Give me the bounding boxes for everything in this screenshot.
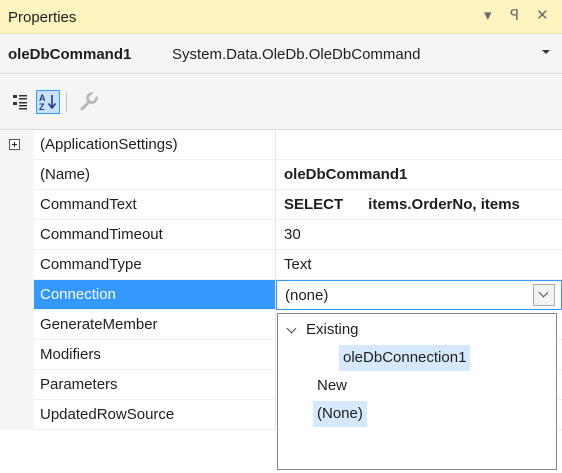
property-name: UpdatedRowSource: [34, 400, 276, 430]
dropdown-item-new[interactable]: New: [313, 373, 351, 399]
window-position-dropdown-icon[interactable]: ▾: [484, 6, 492, 26]
property-value[interactable]: Text: [276, 250, 562, 280]
property-row-command-text[interactable]: CommandText SELECT items.OrderNo, items: [0, 190, 562, 220]
chevron-down-icon: [538, 287, 549, 298]
events-button[interactable]: [76, 90, 100, 114]
properties-toolbar: A Z: [0, 74, 562, 130]
dropdown-item-oledbconnection1[interactable]: oleDbConnection1: [339, 345, 471, 371]
property-value[interactable]: [276, 130, 562, 160]
object-type: System.Data.OleDb.OleDbCommand: [172, 46, 421, 63]
dropdown-item-none[interactable]: (None): [313, 401, 367, 427]
chevron-down-icon: [286, 323, 297, 334]
toolbar-separator: [66, 92, 67, 112]
property-name: (ApplicationSettings): [34, 130, 276, 160]
property-value[interactable]: 30: [276, 220, 562, 250]
wrench-icon: [80, 91, 99, 111]
close-icon[interactable]: ✕: [536, 6, 549, 26]
connection-dropdown-button[interactable]: [533, 284, 555, 306]
property-value[interactable]: oleDbCommand1: [276, 160, 562, 190]
property-value[interactable]: (none): [276, 280, 562, 310]
property-name: (Name): [34, 160, 276, 190]
property-name: CommandType: [34, 250, 276, 280]
alphabetical-icon: A Z: [39, 93, 57, 112]
object-selector[interactable]: oleDbCommand1 System.Data.OleDb.OleDbCom…: [0, 34, 562, 74]
property-value[interactable]: SELECT items.OrderNo, items: [276, 190, 562, 220]
object-name: oleDbCommand1: [8, 46, 132, 63]
property-name: Connection: [34, 280, 276, 310]
connection-dropdown-list: Existing oleDbConnection1 New (None): [277, 313, 557, 470]
expand-plus-icon[interactable]: [9, 139, 20, 150]
property-row-command-timeout[interactable]: CommandTimeout 30: [0, 220, 562, 250]
property-name: CommandTimeout: [34, 220, 276, 250]
property-name: Modifiers: [34, 340, 276, 370]
property-row-name[interactable]: (Name) oleDbCommand1: [0, 160, 562, 190]
existing-group-label: Existing: [306, 321, 359, 338]
property-name: CommandText: [34, 190, 276, 220]
property-row-command-type[interactable]: CommandType Text: [0, 250, 562, 280]
property-name: GenerateMember: [34, 310, 276, 340]
categorized-button[interactable]: [8, 90, 32, 114]
object-selector-dropdown-icon[interactable]: [542, 50, 550, 54]
svg-text:Z: Z: [39, 102, 45, 112]
properties-title-bar: Properties ▾ ꟼ ✕: [0, 0, 562, 34]
property-row-connection[interactable]: Connection (none): [0, 280, 562, 310]
panel-title: Properties: [8, 9, 77, 26]
alphabetical-button[interactable]: A Z: [36, 90, 60, 114]
property-name: Parameters: [34, 370, 276, 400]
existing-group-header[interactable]: Existing: [278, 317, 556, 343]
pin-icon[interactable]: ꟼ: [510, 6, 519, 26]
property-row-application-settings[interactable]: (ApplicationSettings): [0, 130, 562, 160]
categorized-icon: [13, 95, 27, 110]
